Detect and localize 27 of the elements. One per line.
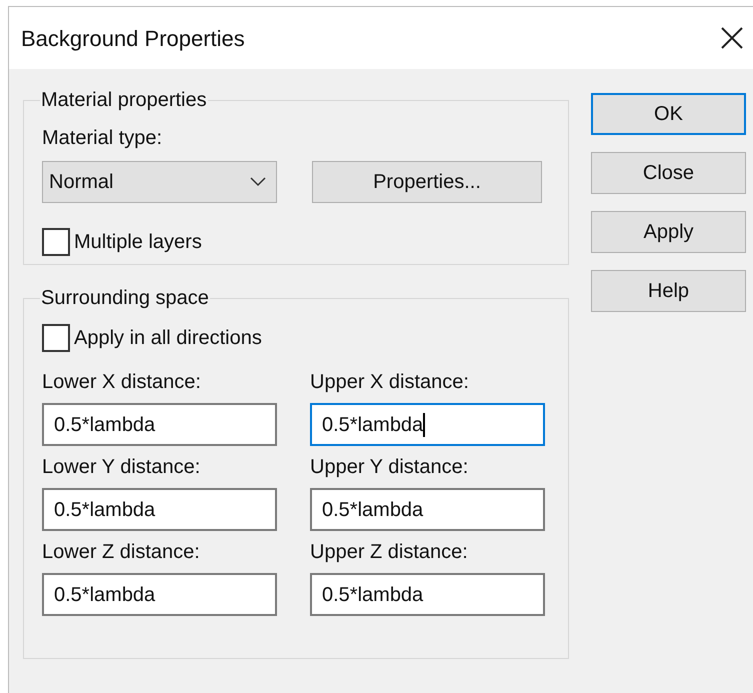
field-label: Lower Z distance: <box>42 540 201 565</box>
window-title: Background Properties <box>21 24 245 53</box>
dialog-button[interactable]: Help <box>591 270 746 312</box>
field-label: Upper Z distance: <box>310 540 469 565</box>
field-label: Upper X distance: <box>310 370 470 395</box>
properties-button[interactable]: Properties... <box>312 161 542 203</box>
distance-field[interactable]: 0.5*lambda <box>310 403 545 446</box>
dialog-button[interactable]: OK <box>591 93 746 135</box>
distance-field[interactable]: 0.5*lambda <box>310 488 545 531</box>
group-title: Material properties <box>40 88 208 113</box>
dialog-button[interactable]: Close <box>591 152 746 194</box>
material-dropdown[interactable]: Normal <box>42 161 277 203</box>
field-label: Lower X distance: <box>42 370 202 395</box>
distance-field[interactable]: 0.5*lambda <box>42 573 277 616</box>
checkbox[interactable] <box>42 228 70 256</box>
group-title: Surrounding space <box>40 286 210 311</box>
chevron-down-icon <box>250 177 266 187</box>
distance-field[interactable]: 0.5*lambda <box>42 403 277 446</box>
checkbox-label: Apply in all directions <box>74 326 262 351</box>
field-label: Lower Y distance: <box>42 455 202 480</box>
checkbox[interactable] <box>42 324 70 352</box>
field-label: Material type: <box>42 126 164 151</box>
checkbox-label: Multiple layers <box>74 230 202 255</box>
field-label: Upper Y distance: <box>310 455 470 480</box>
distance-field[interactable]: 0.5*lambda <box>42 488 277 531</box>
distance-field[interactable]: 0.5*lambda <box>310 573 545 616</box>
dialog-button[interactable]: Apply <box>591 211 746 253</box>
